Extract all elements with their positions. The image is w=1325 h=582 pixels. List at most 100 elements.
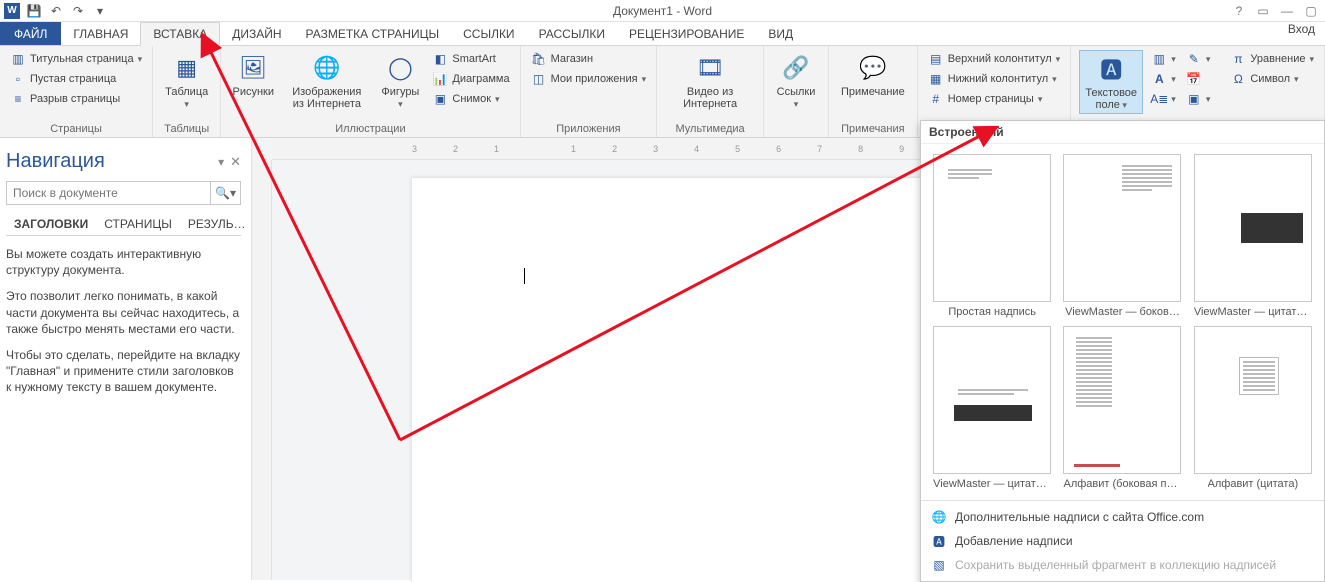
gallery-item-4[interactable]: Алфавит (боковая по… [1061, 326, 1183, 490]
nav-search[interactable]: 🔍▾ [6, 181, 241, 205]
gallery-item-5[interactable]: Алфавит (цитата) [1192, 326, 1314, 490]
search-icon[interactable]: 🔍▾ [210, 182, 240, 204]
pictures-button[interactable]: 🖼Рисунки [229, 50, 277, 100]
datetime-button[interactable]: 📅 [1184, 70, 1213, 88]
table-button[interactable]: ▦ Таблица [161, 50, 212, 112]
chart-button[interactable]: 📊Диаграмма [430, 70, 511, 88]
qat-customize-icon[interactable]: ▾ [92, 3, 108, 19]
gallery-item-2[interactable]: ViewMaster — цитата… [1192, 154, 1314, 318]
wordart-button[interactable]: A [1149, 70, 1178, 88]
nav-text-1: Вы можете создать интерактивную структур… [6, 246, 241, 278]
gallery-more-office[interactable]: 🌐Дополнительные надписи с сайта Office.c… [921, 505, 1324, 529]
save-icon[interactable]: 💾 [26, 3, 42, 19]
footer-button[interactable]: ▦Нижний колонтитул [926, 70, 1062, 88]
tab-view[interactable]: ВИД [756, 22, 805, 45]
word-icon: W [4, 3, 20, 19]
group-tables: ▦ Таблица Таблицы [153, 46, 221, 137]
object-icon: ▣ [1186, 91, 1202, 107]
page-number-button[interactable]: #Номер страницы [926, 90, 1062, 108]
textbox-gallery: Встроенный Простая надпись ViewMaster — … [920, 120, 1325, 582]
tab-file[interactable]: ФАЙЛ [0, 22, 61, 45]
minimize-icon[interactable]: — [1279, 4, 1295, 18]
gallery-save-selection: ▧Сохранить выделенный фрагмент в коллекц… [921, 553, 1324, 577]
gallery-heading: Встроенный [921, 121, 1324, 144]
group-label-media: Мультимедиа [665, 121, 755, 135]
wordart-icon: A [1151, 71, 1167, 87]
screenshot-button[interactable]: ▣Снимок [430, 90, 511, 108]
title-bar: W 💾 ↶ ↷ ▾ Документ1 - Word ? ▭ — ▢ [0, 0, 1325, 22]
vertical-ruler[interactable] [252, 160, 272, 580]
symbol-button[interactable]: ΩСимвол [1228, 70, 1316, 88]
text-cursor [524, 268, 525, 284]
nav-tab-results[interactable]: РЕЗУЛЬ… [180, 213, 254, 235]
gallery-item-0[interactable]: Простая надпись [931, 154, 1053, 318]
footer-icon: ▦ [928, 71, 944, 87]
undo-icon[interactable]: ↶ [48, 3, 64, 19]
blank-page-button[interactable]: ▫Пустая страница [8, 70, 144, 88]
gallery-draw-textbox[interactable]: 🅰Добавление надписи [921, 529, 1324, 553]
symbol-icon: Ω [1230, 71, 1246, 87]
online-video-button[interactable]: 🎞Видео из Интернета [665, 50, 755, 112]
shapes-button[interactable]: ◯Фигуры [376, 50, 424, 112]
quick-access-toolbar: W 💾 ↶ ↷ ▾ [0, 3, 108, 19]
nav-dropdown-icon[interactable]: ▾ [218, 155, 224, 169]
gallery-item-1[interactable]: ViewMaster — боков… [1061, 154, 1183, 318]
tab-review[interactable]: РЕЦЕНЗИРОВАНИЕ [617, 22, 756, 45]
tab-layout[interactable]: РАЗМЕТКА СТРАНИЦЫ [294, 22, 452, 45]
group-label-illustrations: Иллюстрации [229, 121, 511, 135]
group-illustrations: 🖼Рисунки 🌐Изображения из Интернета ◯Фигу… [221, 46, 520, 137]
group-label-comments: Примечания [837, 121, 909, 135]
table-icon: ▦ [171, 52, 203, 84]
store-icon: 🛍 [531, 51, 547, 67]
group-media: 🎞Видео из Интернета Мультимедиа [657, 46, 764, 137]
nav-close-icon[interactable]: ✕ [230, 154, 241, 170]
header-button[interactable]: ▤Верхний колонтитул [926, 50, 1062, 68]
gallery-item-3[interactable]: ViewMaster — цитата… [931, 326, 1053, 490]
gallery-menu: 🌐Дополнительные надписи с сайта Office.c… [921, 500, 1324, 581]
online-pictures-icon: 🌐 [311, 52, 343, 84]
ribbon-display-icon[interactable]: ▭ [1255, 4, 1271, 18]
tab-references[interactable]: ССЫЛКИ [451, 22, 526, 45]
online-pictures-button[interactable]: 🌐Изображения из Интернета [283, 50, 370, 112]
tab-mailings[interactable]: РАССЫЛКИ [527, 22, 617, 45]
sign-in-link[interactable]: Вход [1278, 22, 1325, 45]
textbox-button[interactable]: 🅰Текстовое поле [1079, 50, 1143, 114]
nav-tab-pages[interactable]: СТРАНИЦЫ [96, 213, 180, 235]
header-icon: ▤ [928, 51, 944, 67]
store-button[interactable]: 🛍Магазин [529, 50, 649, 68]
help-icon[interactable]: ? [1231, 4, 1247, 18]
ribbon-tabs: ФАЙЛ ГЛАВНАЯ ВСТАВКА ДИЗАЙН РАЗМЕТКА СТР… [0, 22, 1325, 46]
draw-textbox-icon: 🅰 [931, 533, 947, 549]
signature-button[interactable]: ✎ [1184, 50, 1213, 68]
comment-icon: 💬 [857, 52, 889, 84]
maximize-icon[interactable]: ▢ [1303, 4, 1319, 18]
group-label-tables: Таблицы [161, 121, 212, 135]
redo-icon[interactable]: ↷ [70, 3, 86, 19]
cover-page-button[interactable]: ▥Титульная страница [8, 50, 144, 68]
page-break-icon: ≡ [10, 91, 26, 107]
shapes-icon: ◯ [384, 52, 416, 84]
search-input[interactable] [7, 182, 210, 204]
quickparts-button[interactable]: ▥ [1149, 50, 1178, 68]
nav-tab-headings[interactable]: ЗАГОЛОВКИ [6, 213, 96, 235]
dropcap-button[interactable]: A≣ [1149, 90, 1178, 108]
equation-button[interactable]: πУравнение [1228, 50, 1316, 68]
tab-design[interactable]: ДИЗАЙН [220, 22, 293, 45]
links-button[interactable]: 🔗Ссылки [772, 50, 820, 112]
window-controls: ? ▭ — ▢ [1231, 4, 1325, 18]
comment-button[interactable]: 💬Примечание [837, 50, 909, 100]
page-break-button[interactable]: ≡Разрыв страницы [8, 90, 144, 108]
video-icon: 🎞 [694, 52, 726, 84]
group-pages: ▥Титульная страница ▫Пустая страница ≡Ра… [0, 46, 153, 137]
my-apps-button[interactable]: ◫Мои приложения [529, 70, 649, 88]
window-title: Документ1 - Word [613, 4, 712, 18]
group-comments: 💬Примечание Примечания [829, 46, 918, 137]
tab-home[interactable]: ГЛАВНАЯ [61, 22, 140, 45]
smartart-button[interactable]: ◧SmartArt [430, 50, 511, 68]
pictures-icon: 🖼 [237, 52, 269, 84]
group-label-links [772, 133, 820, 135]
tab-insert[interactable]: ВСТАВКА [140, 22, 220, 46]
office-icon: 🌐 [931, 509, 947, 525]
blank-page-icon: ▫ [10, 71, 26, 87]
object-button[interactable]: ▣ [1184, 90, 1213, 108]
